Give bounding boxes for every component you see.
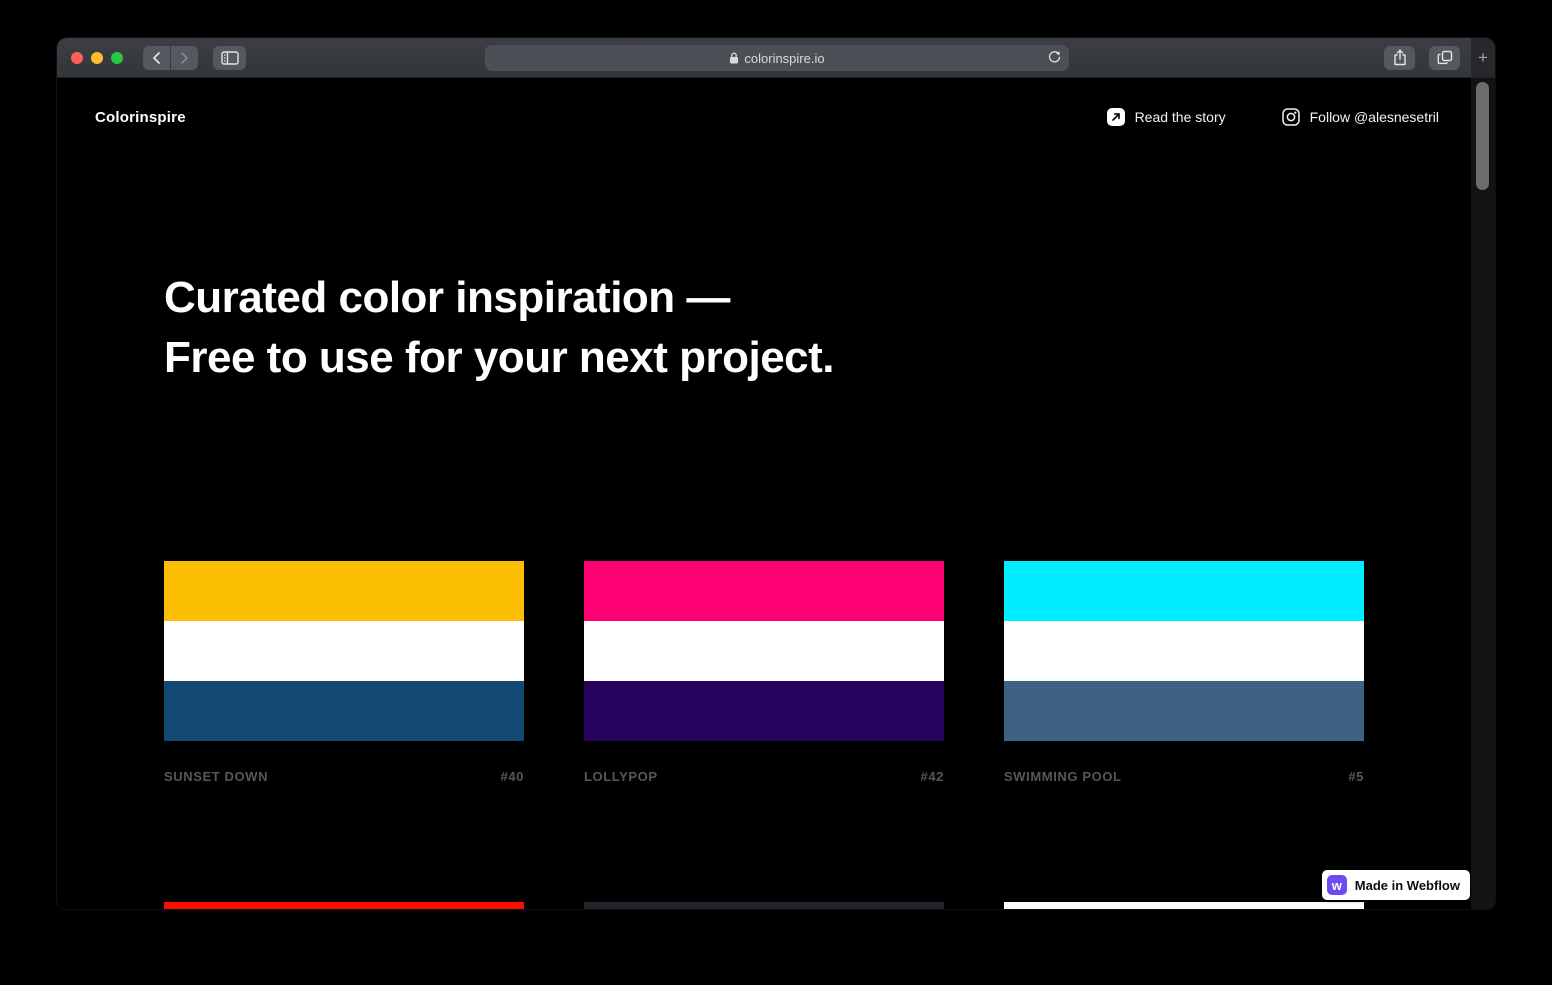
close-window-button[interactable] [71,51,83,64]
palette-card-swimming-pool[interactable]: SWIMMING POOL #5 [1004,561,1364,784]
color-stripe[interactable] [584,681,944,741]
browser-window: colorinspire.io + Colorinspire Read the … [57,38,1495,909]
site-logo[interactable]: Colorinspire [95,109,186,126]
scrollbar-track[interactable] [1471,78,1495,909]
palette-number: #42 [920,769,944,784]
minimize-window-button[interactable] [91,51,103,64]
tabs-icon [1437,50,1453,65]
reload-icon[interactable] [1047,50,1062,65]
address-bar[interactable]: colorinspire.io [485,45,1069,71]
chevron-left-icon [152,51,161,64]
color-stripe[interactable] [164,681,524,741]
page-viewport: Colorinspire Read the story Follow @ales… [57,78,1471,909]
palette-card-partial[interactable] [1004,902,1364,909]
color-stripe[interactable] [1004,902,1364,909]
site-header: Colorinspire Read the story Follow @ales… [57,78,1471,126]
arrow-up-right-icon [1106,108,1125,126]
forward-button[interactable] [171,45,198,70]
color-stripe[interactable] [164,621,524,681]
palette-card-lollypop[interactable]: LOLLYPOP #42 [584,561,944,784]
zoom-window-button[interactable] [111,51,123,64]
palette-name: SWIMMING POOL [1004,769,1122,784]
webflow-logo-icon: w [1326,875,1347,895]
palette-grid-next-row [164,902,1364,909]
read-the-story-label: Read the story [1134,109,1226,125]
made-in-webflow-badge[interactable]: w Made in Webflow [1321,870,1470,900]
palette-grid: SUNSET DOWN #40 LOLLYPOP #42 SWIMMING PO… [164,561,1364,784]
color-stripe[interactable] [584,902,944,909]
follow-label: Follow @alesnesetril [1309,109,1439,125]
color-stripe[interactable] [584,561,944,621]
palette-number: #40 [500,769,524,784]
share-button[interactable] [1384,45,1415,70]
scrollbar-thumb[interactable] [1476,82,1489,190]
new-tab-button[interactable]: + [1471,38,1495,78]
hero-section: Curated color inspiration — Free to use … [164,268,1364,388]
hero-heading: Curated color inspiration — Free to use … [164,273,835,382]
color-stripe[interactable] [1004,561,1364,621]
palette-card-partial[interactable] [164,902,524,909]
color-stripe[interactable] [164,902,524,909]
palette-card-partial[interactable] [584,902,944,909]
back-button[interactable] [143,45,170,70]
color-stripe[interactable] [584,621,944,681]
follow-instagram-link[interactable]: Follow @alesnesetril [1281,108,1439,126]
url-text: colorinspire.io [744,50,825,66]
plus-icon: + [1478,47,1488,67]
instagram-icon [1281,108,1300,126]
sidebar-toggle-button[interactable] [213,45,246,70]
browser-toolbar: colorinspire.io [57,38,1471,78]
lock-icon [729,52,739,64]
read-the-story-link[interactable]: Read the story [1106,108,1226,126]
sidebar-icon [220,50,239,65]
traffic-lights [57,51,123,64]
tab-overview-button[interactable] [1429,45,1460,70]
palette-card-sunset-down[interactable]: SUNSET DOWN #40 [164,561,524,784]
palette-name: LOLLYPOP [584,769,658,784]
palette-number: #5 [1348,769,1364,784]
webflow-badge-label: Made in Webflow [1354,877,1460,893]
color-stripe[interactable] [1004,621,1364,681]
color-stripe[interactable] [1004,681,1364,741]
share-icon [1393,49,1407,66]
chevron-right-icon [180,51,189,64]
color-stripe[interactable] [164,561,524,621]
palette-name: SUNSET DOWN [164,769,269,784]
